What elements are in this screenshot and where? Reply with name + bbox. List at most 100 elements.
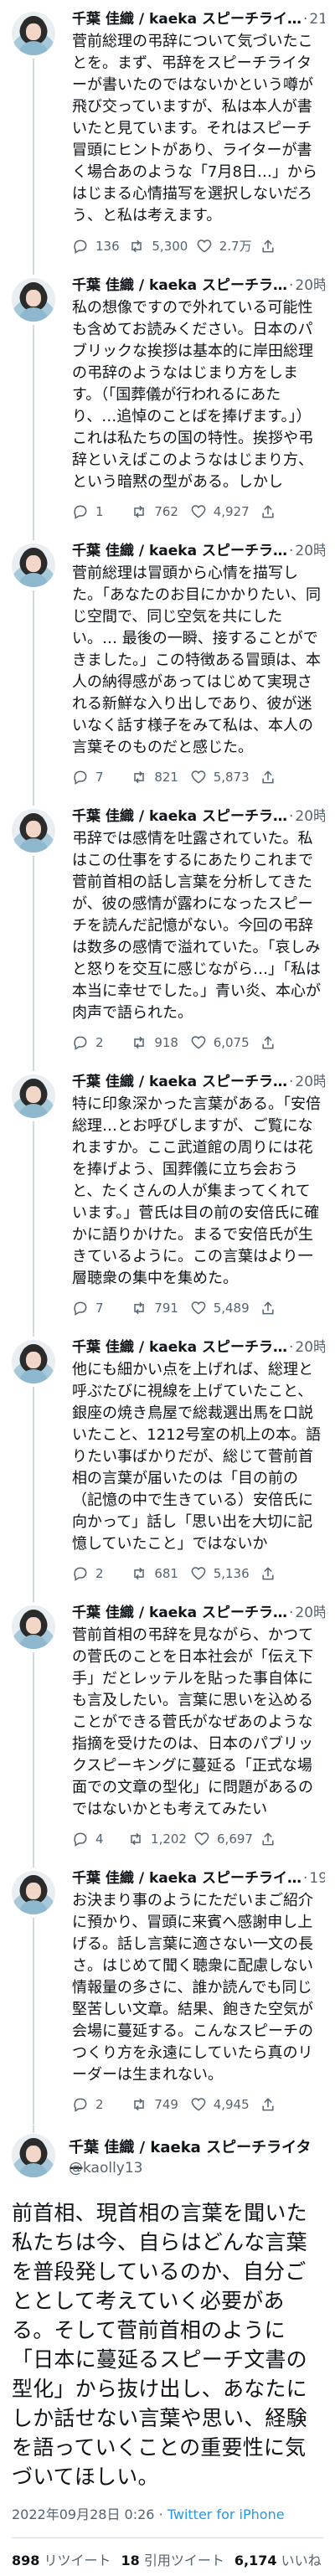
tweet-time[interactable]: 20時間	[295, 807, 325, 827]
tweet[interactable]: 千葉 佳織 / kaeka スピーチラ… · 20時間 他にも細かい点を上げれば…	[0, 1328, 335, 1602]
author-avatar[interactable]	[12, 2134, 55, 2177]
focused-tweet-header: 千葉 佳織 / kaeka スピーチライター @kaolly13	[12, 2134, 323, 2196]
quote-stat[interactable]: 18 引用ツイート	[121, 2549, 224, 2569]
share-button[interactable]	[260, 769, 308, 786]
tweet-text: 菅前総理の弔辞について気づいたことを。まず、弔辞をスピーチライターが書いたのでは…	[72, 33, 317, 224]
like-button[interactable]: 4,945	[190, 2096, 250, 2113]
tweet[interactable]: 千葉 佳織 / kaeka スピーチラ… · 20時間 私の想像ですので外れてい…	[0, 266, 335, 540]
reply-button[interactable]: 1	[72, 503, 121, 520]
like-button[interactable]: 6,075	[190, 1034, 250, 1051]
retweet-button[interactable]: 681	[131, 1565, 179, 1582]
client-link[interactable]: Twitter for iPhone	[168, 2506, 285, 2522]
retweet-button[interactable]: 1,202	[127, 1831, 187, 1847]
tweet-time[interactable]: 20時間	[295, 1073, 325, 1092]
focused-tweet[interactable]: 千葉 佳織 / kaeka スピーチライター @kaolly13 前首相、現首相…	[0, 2125, 335, 2576]
like-button[interactable]: 5,489	[190, 1300, 250, 1316]
tweet-header: 千葉 佳織 / kaeka スピーチライ… · 19時間	[72, 1869, 325, 1888]
reply-button[interactable]: 4	[72, 1831, 121, 1847]
share-button[interactable]	[260, 2096, 308, 2113]
tweet[interactable]: 千葉 佳織 / kaeka スピーチライ… · 21時間 菅前総理の弔辞について…	[0, 0, 335, 275]
author-name[interactable]: 千葉 佳織 / kaeka スピーチラ…	[72, 1604, 287, 1623]
tweet-datetime[interactable]: 2022年09月28日 0:26	[12, 2506, 154, 2522]
reply-button[interactable]: 136	[72, 238, 121, 255]
reply-count: 2	[95, 1035, 104, 1050]
tweet-time[interactable]: 20時間	[295, 1604, 325, 1623]
retweet-button[interactable]: 5,300	[128, 238, 188, 255]
author-name[interactable]: 千葉 佳織 / kaeka スピーチライ…	[72, 10, 302, 29]
reply-icon	[74, 1832, 87, 1847]
author-avatar[interactable]	[12, 1074, 55, 1118]
tweet-time[interactable]: 20時間	[295, 1338, 325, 1358]
share-button[interactable]	[260, 1565, 308, 1582]
author-avatar[interactable]	[12, 12, 55, 55]
thread-connector-line	[33, 1387, 34, 1602]
like-button[interactable]: 4,927	[190, 503, 250, 520]
tweet-header: 千葉 佳織 / kaeka スピーチラ… · 20時間	[72, 1073, 325, 1092]
like-button[interactable]: 5,873	[190, 769, 250, 786]
tweet-header: 千葉 佳織 / kaeka スピーチライ… · 21時間	[72, 10, 325, 29]
author-avatar[interactable]	[12, 544, 55, 587]
share-button[interactable]	[260, 1831, 308, 1847]
tweet[interactable]: 千葉 佳織 / kaeka スピーチラ… · 20時間 菅前総理は冒頭から心情を…	[0, 532, 335, 806]
engagement-stats: 898 リツイート 18 引用ツイート 6,174 いいね	[12, 2549, 323, 2569]
reply-button[interactable]: 7	[72, 1300, 121, 1316]
author-name[interactable]: 千葉 佳織 / kaeka スピーチラ…	[72, 542, 287, 561]
tweet-time[interactable]: 20時間	[295, 542, 325, 561]
tweet[interactable]: 千葉 佳織 / kaeka スピーチラ… · 20時間 特に印象深かった言葉があ…	[0, 1063, 335, 1337]
like-button[interactable]: 6,697	[193, 1831, 253, 1847]
retweet-icon	[131, 1832, 141, 1846]
retweet-count: 681	[154, 1566, 178, 1581]
retweet-button[interactable]: 821	[131, 769, 179, 786]
author-avatar[interactable]	[12, 809, 55, 853]
reply-button[interactable]: 2	[72, 2096, 121, 2113]
share-button[interactable]	[260, 238, 308, 255]
focused-tweet-text: 前首相、現首相の言葉を聞いた私たちは今、自らはどんな言葉を普段発しているのか、自…	[12, 2201, 307, 2489]
author-name[interactable]: 千葉 佳織 / kaeka スピーチライ…	[72, 1869, 302, 1888]
reply-button[interactable]: 7	[72, 769, 121, 786]
share-icon	[262, 1036, 274, 1049]
like-count: 5,489	[213, 1301, 250, 1316]
tweet-time[interactable]: 21時間	[309, 10, 325, 29]
like-button[interactable]: 5,136	[190, 1565, 250, 1582]
retweet-button[interactable]: 749	[131, 2096, 179, 2113]
share-icon	[262, 1301, 274, 1315]
like-count: 5,136	[213, 1566, 250, 1581]
heart-icon	[191, 1036, 206, 1049]
retweet-button[interactable]: 918	[131, 1034, 179, 1051]
share-icon	[262, 239, 274, 252]
like-stat-label: いいね	[281, 2553, 322, 2568]
author-name[interactable]: 千葉 佳織 / kaeka スピーチラ…	[72, 1338, 287, 1358]
author-handle[interactable]: @kaolly13	[69, 2160, 143, 2177]
retweet-stat[interactable]: 898 リツイート	[12, 2549, 111, 2569]
author-avatar[interactable]	[12, 1340, 55, 1383]
thread-connector-line	[33, 59, 34, 275]
tweet[interactable]: 千葉 佳織 / kaeka スピーチラ… · 20時間 菅前首相の弔辞を見ながら…	[0, 1594, 335, 1868]
tweet-actions: 136 5,300 2.7万	[72, 237, 325, 255]
share-button[interactable]	[260, 503, 308, 520]
retweet-button[interactable]: 791	[131, 1300, 179, 1316]
tweet-time[interactable]: 19時間	[309, 1869, 325, 1888]
reply-count: 7	[95, 770, 104, 785]
share-button[interactable]	[260, 1300, 308, 1316]
tweet[interactable]: 千葉 佳織 / kaeka スピーチラ… · 20時間 弔辞では感情を吐露されて…	[0, 797, 335, 1071]
like-stat[interactable]: 6,174 いいね	[234, 2549, 322, 2569]
reply-button[interactable]: 2	[72, 1565, 121, 1582]
tweet-actions: 1 762 4,927	[72, 503, 325, 520]
author-name[interactable]: 千葉 佳織 / kaeka スピーチラ…	[72, 276, 287, 296]
share-icon	[262, 505, 274, 518]
author-avatar[interactable]	[12, 278, 55, 322]
tweet-time[interactable]: 20時間	[295, 276, 325, 296]
like-button[interactable]: 2.7万	[196, 237, 252, 255]
header-separator: ·	[302, 1870, 308, 1887]
author-avatar[interactable]	[12, 1871, 55, 1914]
tweet-actions: 2 749 4,945	[72, 2096, 325, 2113]
author-avatar[interactable]	[12, 1605, 55, 1649]
tweet[interactable]: 千葉 佳織 / kaeka スピーチライ… · 19時間 お決まり事のようにただ…	[0, 1859, 335, 2133]
retweet-button[interactable]: 762	[131, 503, 179, 520]
reply-button[interactable]: 2	[72, 1034, 121, 1051]
reply-count: 2	[95, 2097, 104, 2112]
share-button[interactable]	[260, 1034, 308, 1051]
like-count: 6,697	[217, 1832, 253, 1847]
author-name[interactable]: 千葉 佳織 / kaeka スピーチラ…	[72, 1073, 287, 1092]
author-name[interactable]: 千葉 佳織 / kaeka スピーチラ…	[72, 807, 287, 827]
